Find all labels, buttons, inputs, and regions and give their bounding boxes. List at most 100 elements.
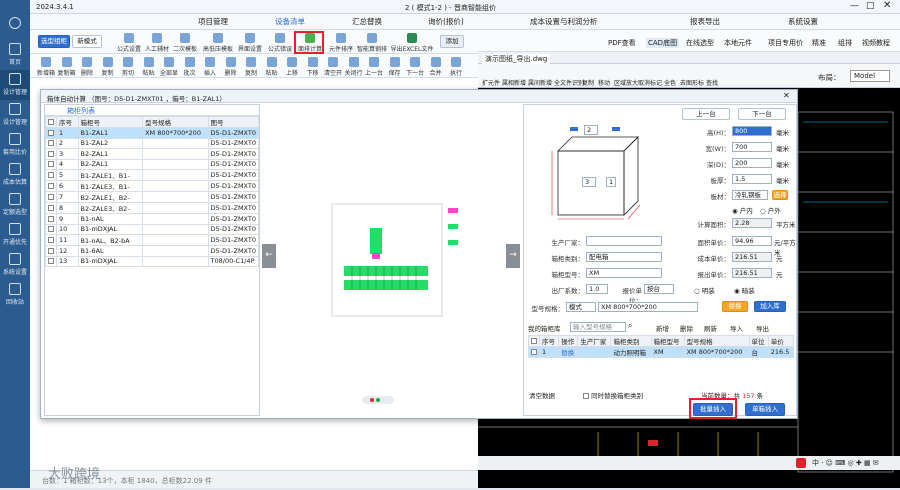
depth-field[interactable]: 200 <box>732 158 772 168</box>
library-row[interactable]: 1 替换 动力照明箱 XM XM 800*700*200 台 216.5 <box>528 346 795 358</box>
edit-tool-3[interactable]: 复制 <box>98 56 118 77</box>
menu-equipment-list[interactable]: 设备清单 <box>275 16 305 27</box>
sidebar-item-design[interactable]: 设计管理 <box>0 70 30 100</box>
library-export-button[interactable]: 导出 <box>756 323 769 333</box>
sidebar-item-quota[interactable]: 定额选型 <box>0 190 30 220</box>
edit-tool-19[interactable]: 合并 <box>426 56 446 77</box>
cad-tool-move[interactable]: 移动 <box>598 78 610 87</box>
quote-unit-select[interactable]: 按台 <box>644 284 674 294</box>
menu-report-export[interactable]: 报表导出 <box>690 16 720 27</box>
online-select-button[interactable]: 在线选型 <box>686 38 714 48</box>
edit-tool-12[interactable]: 上移 <box>282 56 302 77</box>
menu-system-settings[interactable]: 系统设置 <box>788 16 818 27</box>
formula-error-button[interactable]: 公式错误 <box>266 32 294 53</box>
library-delete-button[interactable]: 删除 <box>680 323 693 333</box>
pdf-view-button[interactable]: PDF查看 <box>608 38 636 48</box>
local-component-button[interactable]: 本地元件 <box>724 38 752 48</box>
next-cabinet-button[interactable]: 下一台 <box>738 108 786 120</box>
row-checkbox[interactable] <box>45 169 57 181</box>
cad-tool-recognize[interactable]: 全文件识别 <box>554 78 584 87</box>
row-checkbox[interactable] <box>45 223 57 235</box>
table-row[interactable]: 7 B2-ZALE1、B2- D5-D1-ZMXT0 <box>45 191 260 203</box>
maximize-icon[interactable]: □ <box>866 1 875 11</box>
pager-dot-2[interactable] <box>376 398 380 402</box>
row-checkbox[interactable] <box>45 202 57 214</box>
table-row[interactable]: 10 B1-mDXJAL D5-D1-ZMXT0 <box>45 223 260 235</box>
library-import-button[interactable]: 导入 <box>730 323 743 333</box>
edit-tool-18[interactable]: 下一台 <box>405 56 425 77</box>
library-refresh-button[interactable]: 刷新 <box>704 323 717 333</box>
pager-dot-1[interactable] <box>370 398 374 402</box>
preview-prev-icon[interactable]: ← <box>262 244 276 268</box>
smart-steel-button[interactable]: 智能算钢排 <box>356 32 388 53</box>
edit-tool-9[interactable]: 删除 <box>221 56 241 77</box>
cad-tool-remove[interactable]: 去图形标 <box>680 78 704 87</box>
table-row[interactable]: 2 B1-ZAL2 D5-D1-ZMXT0 <box>45 137 260 149</box>
row-checkbox[interactable] <box>45 127 57 139</box>
cabinet-type-select[interactable]: 配电箱 <box>586 252 662 262</box>
video-tutorial-button[interactable]: 视频教程 <box>862 38 890 48</box>
radio-concealed[interactable]: ◉ 暗装 <box>734 285 755 295</box>
table-row[interactable]: 3 B2-ZAL1 D5-D1-ZMXT0 <box>45 148 260 160</box>
edit-tool-20[interactable]: 执行 <box>446 56 466 77</box>
formula-settings-button[interactable]: 公式设置 <box>116 32 142 53</box>
cad-tool-expand[interactable]: 扩元件 <box>482 78 500 87</box>
table-row[interactable]: 12 B1-6AL D5-D1-ZMXT0 <box>45 245 260 257</box>
row-checkbox[interactable] <box>45 213 57 225</box>
export-excel-button[interactable]: 导出EXCEL文件 <box>390 32 434 53</box>
lib-header-checkbox[interactable] <box>528 335 540 347</box>
cabinet-list-tab[interactable]: 箱柜列表 <box>45 105 259 116</box>
minimize-icon[interactable]: — <box>850 1 859 11</box>
hv-template-button[interactable]: 高低压模板 <box>202 32 234 53</box>
edit-tool-5[interactable]: 粘贴 <box>139 56 159 77</box>
manufacturer-field[interactable] <box>586 236 662 246</box>
radio-indoor[interactable]: ◉ 户内 <box>732 205 753 215</box>
mode-select-button[interactable]: 选型组柜 <box>38 35 70 48</box>
edit-tool-4[interactable]: 剪切 <box>118 56 138 77</box>
lib-row-replace-link[interactable]: 替换 <box>558 346 579 358</box>
header-checkbox[interactable] <box>45 116 57 128</box>
row-checkbox[interactable] <box>45 158 57 170</box>
spec-mode-select[interactable]: 模式 <box>566 302 596 312</box>
row-checkbox[interactable] <box>45 191 57 203</box>
row-checkbox[interactable] <box>45 148 57 160</box>
lib-row-checkbox[interactable] <box>528 346 540 358</box>
sidebar-item-compare[interactable]: 套用比价 <box>0 130 30 160</box>
edit-tool-16[interactable]: 上一台 <box>364 56 384 77</box>
layout-select[interactable]: Model <box>850 70 890 82</box>
clear-data-button[interactable]: 清空数据 <box>529 390 555 400</box>
preview-next-icon[interactable]: → <box>506 244 520 268</box>
table-row[interactable]: 1 B1-ZAL1 XM 800*700*200 D5-D1-ZMXT0 <box>45 127 260 139</box>
cad-base-button[interactable]: CAD底图 <box>646 38 680 48</box>
cad-tool-find[interactable]: 查找 <box>706 78 718 87</box>
table-row[interactable]: 11 B1-nAL、B2-bA D5-D1-ZMXT0 <box>45 234 260 246</box>
cad-tool-add-between[interactable]: 属间新增 <box>528 78 552 87</box>
single-insert-button[interactable]: 单箱插入 <box>745 403 785 416</box>
menu-cost-profit[interactable]: 成本设置与利润分析 <box>530 16 598 27</box>
material-select[interactable]: 冷轧钢板 <box>732 190 768 200</box>
table-row[interactable]: 6 B1-ZALE3、B1- D5-D1-ZMXT0 <box>45 180 260 192</box>
edit-tool-13[interactable]: 下移 <box>303 56 323 77</box>
row-checkbox[interactable] <box>45 245 57 257</box>
row-checkbox[interactable] <box>45 180 57 192</box>
sidebar-item-priority[interactable]: 开通优先 <box>0 220 30 250</box>
project-price-button[interactable]: 项目专用价 <box>768 38 803 48</box>
sidebar-item-settings[interactable]: 系统设置 <box>0 250 30 280</box>
depth-diagram-box[interactable]: 1 <box>606 177 616 187</box>
same-replace-checkbox[interactable]: 同时替换箱柜类别 <box>583 390 643 400</box>
menu-project[interactable]: 项目管理 <box>198 16 228 27</box>
menu-summary-replace[interactable]: 汇总替换 <box>352 16 382 27</box>
cad-tool-add-attr[interactable]: 属相新增 <box>502 78 526 87</box>
search-icon[interactable]: ⌕ <box>628 321 632 331</box>
unit-price-field[interactable]: 94.96 <box>732 236 772 246</box>
cad-tool-color[interactable]: 全色 <box>664 78 676 87</box>
menu-inquiry[interactable]: 询价(报价) <box>428 16 464 27</box>
cad-tool-unmark[interactable]: 取消标记 <box>638 78 662 87</box>
library-search-input[interactable]: 输入型号规格 <box>570 322 626 332</box>
row-checkbox[interactable] <box>45 137 57 149</box>
new-mode-button[interactable]: 新模式 <box>72 35 102 48</box>
sidebar-item-home[interactable]: 首页 <box>0 40 30 70</box>
edit-tool-15[interactable]: 关闭行 <box>344 56 364 77</box>
component-sort-button[interactable]: 元件排序 <box>328 32 354 53</box>
row-checkbox[interactable] <box>45 255 57 267</box>
